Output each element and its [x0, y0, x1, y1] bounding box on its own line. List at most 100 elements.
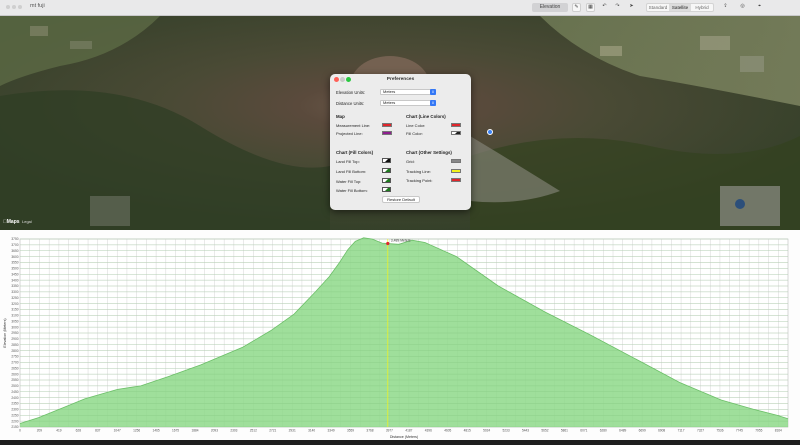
distance-units-value: Meters [383, 100, 396, 105]
water-fill-top-well[interactable] [382, 178, 391, 183]
x-tick-label: 209 [37, 429, 43, 433]
grid-icon[interactable]: ▦ [586, 3, 595, 12]
y-tick-label: 3450 [11, 272, 18, 276]
y-tick-label: 2250 [11, 413, 18, 417]
fill-color-label: Fill Color: [406, 131, 423, 136]
grid-color-well[interactable] [451, 159, 461, 163]
close-window-button[interactable] [6, 5, 10, 9]
x-axis-label: Distance (Meters) [390, 435, 418, 439]
x-tick-label: 3140 [308, 429, 315, 433]
map-mode-standard[interactable]: Standard [647, 4, 669, 11]
distance-units-label: Distance Units: [336, 101, 365, 106]
distance-units-select[interactable]: Meters ⇕ [380, 100, 436, 106]
window-toolbar: mt fuji Elevation ✎ ▦ ↶ ↷ ➤ Standard Sat… [0, 0, 800, 16]
measurement-line-color-well[interactable] [382, 123, 392, 127]
projected-line-color-well[interactable] [382, 131, 392, 135]
elevation-button[interactable]: Elevation [532, 3, 568, 12]
water-fill-bottom-well[interactable] [382, 187, 391, 192]
location-pin[interactable] [487, 129, 493, 135]
land-fill-bottom-well[interactable] [382, 168, 391, 173]
x-tick-label: 7745 [736, 429, 743, 433]
y-tick-label: 2700 [11, 361, 18, 365]
x-tick-label: 1256 [133, 429, 140, 433]
x-tick-label: 2093 [211, 429, 218, 433]
y-tick-label: 2850 [11, 343, 18, 347]
measure-icon[interactable]: ✎ [572, 3, 581, 12]
x-tick-label: 1884 [191, 429, 198, 433]
water-fill-top-label: Water Fill Top: [336, 179, 362, 184]
x-tick-label: 3559 [347, 429, 354, 433]
y-tick-label: 3050 [11, 319, 18, 323]
x-tick-label: 4605 [444, 429, 451, 433]
x-tick-label: 6280 [600, 429, 607, 433]
y-tick-label: 2150 [11, 425, 18, 429]
chart-fill-colors-heading: Chart (Fill Colors) [336, 150, 374, 155]
tracking-point-color-well[interactable] [451, 178, 461, 182]
location-icon[interactable]: ➤ [627, 3, 636, 12]
tracking-line-label: Tracking Line: [406, 169, 431, 174]
measurement-line-label: Measurement Line: [336, 123, 371, 128]
chart-line-colors-heading: Chart (Line Colors) [406, 114, 446, 119]
x-tick-label: 2931 [289, 429, 296, 433]
undo-icon[interactable]: ↶ [600, 3, 609, 12]
map-mode-satellite[interactable]: Satellite [669, 4, 691, 11]
x-tick-label: 1465 [153, 429, 160, 433]
y-tick-label: 3350 [11, 284, 18, 288]
zoom-window-button[interactable] [18, 5, 22, 9]
water-fill-bottom-label: Water Fill Bottom: [336, 188, 368, 193]
x-tick-label: 7327 [697, 429, 704, 433]
tracking-icon[interactable]: ◎ [738, 3, 747, 12]
y-tick-label: 2900 [11, 337, 18, 341]
fill-color-well[interactable] [451, 131, 461, 135]
elevation-units-label: Elevation Units: [336, 90, 366, 95]
share-icon[interactable]: ⇪ [721, 3, 730, 12]
x-tick-label: 3768 [366, 429, 373, 433]
y-tick-label: 2800 [11, 349, 18, 353]
tracking-point [386, 241, 390, 246]
y-tick-label: 2200 [11, 419, 18, 423]
x-tick-label: 5652 [541, 429, 548, 433]
x-tick-label: 6908 [658, 429, 665, 433]
y-tick-label: 3600 [11, 255, 18, 259]
x-tick-label: 0 [19, 429, 21, 433]
x-tick-label: 2721 [269, 429, 276, 433]
redo-icon[interactable]: ↷ [613, 3, 622, 12]
land-fill-top-well[interactable] [382, 158, 391, 163]
y-tick-label: 3100 [11, 314, 18, 318]
y-tick-label: 2650 [11, 366, 18, 370]
line-color-well[interactable] [451, 123, 461, 127]
y-tick-label: 3400 [11, 278, 18, 282]
elevation-chart[interactable]: 2150 2200 2250 2300 2350 2400 2450 2500 2550 2600… [0, 230, 800, 440]
tracking-point-label: Tracking Point: [406, 178, 433, 183]
tracking-line-color-well[interactable] [451, 169, 461, 173]
y-tick-label: 3500 [11, 267, 18, 271]
x-tick-label: 6699 [639, 429, 646, 433]
y-tick-label: 3650 [11, 249, 18, 253]
x-tick-label: 5024 [483, 429, 490, 433]
y-tick-label: 3550 [11, 261, 18, 265]
restore-default-button[interactable]: Restore Default [382, 196, 420, 203]
elevation-units-select[interactable]: Meters ⇕ [380, 89, 436, 95]
x-tick-label: 628 [76, 429, 82, 433]
y-tick-label: 2550 [11, 378, 18, 382]
x-tick-label: 1047 [114, 429, 121, 433]
x-tick-label: 419 [56, 429, 62, 433]
elevation-profile-svg: 2150 2200 22502300 2350 2400 2450 2500 2550 2600… [3, 237, 789, 439]
chevron-updown-icon: ⇕ [430, 100, 436, 106]
projected-line-label: Projected Line: [336, 131, 363, 136]
x-tick-label: 6489 [619, 429, 626, 433]
legal-link[interactable]: Legal [22, 219, 32, 224]
x-tick-label: 3977 [386, 429, 393, 433]
y-tick-label: 3300 [11, 290, 18, 294]
y-tick-label: 3200 [11, 302, 18, 306]
map-section-heading: Map [336, 114, 345, 119]
map-mode-segmented-control[interactable]: Standard Satellite Hybrid [646, 3, 714, 12]
x-tick-label: 7536 [716, 429, 723, 433]
x-tick-label: 7955 [755, 429, 762, 433]
y-tick-label: 3000 [11, 325, 18, 329]
minimize-window-button[interactable] [12, 5, 16, 9]
window-title: mt fuji [30, 3, 45, 9]
x-tick-label: 7117 [678, 429, 685, 433]
compass-icon[interactable]: ⌖ [755, 3, 764, 12]
map-mode-hybrid[interactable]: Hybrid [691, 4, 713, 11]
